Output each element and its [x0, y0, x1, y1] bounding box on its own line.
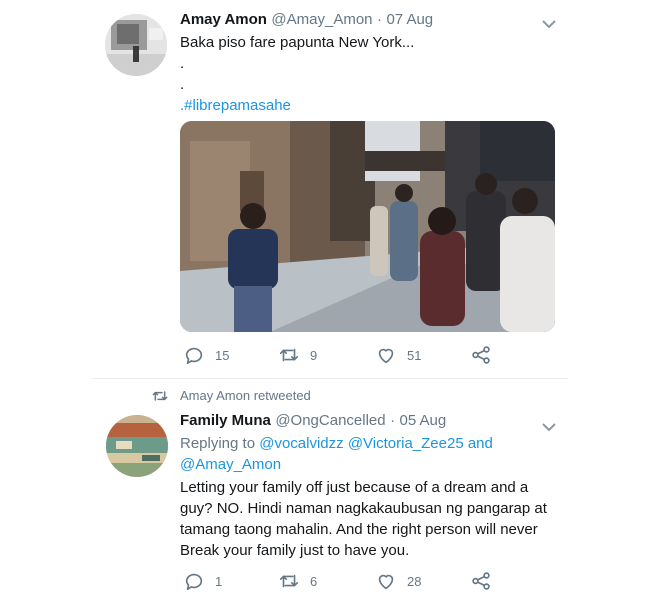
- separator-dot: ·: [376, 11, 382, 28]
- tweet1-text: Baka piso fare papunta New York... . . .…: [180, 32, 560, 116]
- share-button[interactable]: [470, 570, 492, 592]
- tweet-divider: [92, 378, 568, 379]
- author-name[interactable]: Family Muna: [180, 412, 271, 429]
- retweet-icon: [279, 348, 299, 362]
- replying-to: Replying to @vocalvidzz @Victoria_Zee25 …: [180, 433, 560, 475]
- replying-to-label: Replying to: [180, 435, 256, 452]
- heart-icon: [378, 574, 394, 590]
- retweet-button[interactable]: 9: [278, 344, 317, 366]
- share-icon: [472, 572, 490, 590]
- share-icon: [472, 346, 490, 364]
- replying-and[interactable]: and: [468, 435, 493, 452]
- tweet2-header: Family Muna @OngCancelled · 05 Aug: [180, 412, 446, 430]
- tweet-text-line: Letting your family off just because of …: [180, 479, 529, 496]
- tweet1-header: Amay Amon @Amay_Amon · 07 Aug: [180, 11, 433, 29]
- tweet-text-line: .: [180, 76, 185, 93]
- tweet-text-line: guy? NO. Hindi naman nagkakaubusan ng pa…: [180, 500, 547, 517]
- avatar-photo: [105, 14, 167, 76]
- retweet-count: 9: [310, 347, 318, 363]
- tweet-date[interactable]: 07 Aug: [386, 11, 433, 28]
- like-count: 51: [407, 347, 422, 363]
- reply-icon: [185, 573, 203, 591]
- tweet-text-line: Break your family just to have you.: [180, 542, 410, 559]
- video-thumbnail[interactable]: [180, 121, 555, 332]
- like-count: 28: [407, 573, 422, 589]
- tweet-date[interactable]: 05 Aug: [400, 412, 447, 429]
- retweet-count: 6: [310, 573, 318, 589]
- like-button[interactable]: 28: [375, 570, 421, 592]
- street-video-image: [180, 121, 555, 332]
- avatar-family-muna[interactable]: [106, 415, 168, 477]
- mention-amay-amon[interactable]: @Amay_Amon: [180, 454, 560, 475]
- like-button[interactable]: 51: [375, 344, 421, 366]
- heart-icon: [378, 348, 394, 364]
- reply-icon: [185, 347, 203, 365]
- reply-button[interactable]: 15: [183, 344, 229, 366]
- retweet-icon: [152, 390, 168, 401]
- avatar-amay-amon[interactable]: [105, 14, 167, 76]
- author-handle[interactable]: @OngCancelled: [275, 412, 385, 429]
- retweet-context[interactable]: Amay Amon retweeted: [152, 388, 311, 403]
- retweet-button[interactable]: 6: [278, 570, 317, 592]
- reply-count: 15: [215, 347, 230, 363]
- avatar-photo: [106, 415, 168, 477]
- retweet-context-label: Amay Amon retweeted: [180, 388, 311, 403]
- share-button[interactable]: [470, 344, 492, 366]
- tweet2-text: Letting your family off just because of …: [180, 477, 580, 561]
- reply-count: 1: [215, 573, 223, 589]
- tweet-text-line: .: [180, 55, 185, 72]
- retweet-icon: [279, 574, 299, 588]
- author-handle[interactable]: @Amay_Amon: [271, 11, 372, 28]
- mention-vocalvidzz[interactable]: @vocalvidzz: [259, 435, 343, 452]
- reply-button[interactable]: 1: [183, 570, 222, 592]
- hashtag-link[interactable]: .#librepamasahe: [180, 95, 560, 116]
- tweet-text-line: Baka piso fare papunta New York...: [180, 34, 415, 51]
- mention-victoria-zee25[interactable]: @Victoria_Zee25: [348, 435, 464, 452]
- separator-dot: ·: [390, 412, 396, 429]
- author-name[interactable]: Amay Amon: [180, 11, 267, 28]
- tweet-text-line: tamang taong mahalin. And the right pers…: [180, 521, 538, 538]
